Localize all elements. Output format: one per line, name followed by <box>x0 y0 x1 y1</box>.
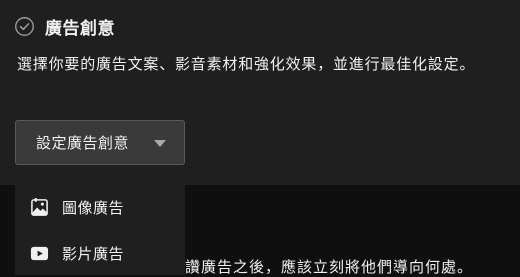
video-icon <box>30 246 49 260</box>
menu-item-label: 圖像廣告 <box>62 198 125 217</box>
check-circle-icon <box>15 17 34 36</box>
menu-item-label: 影片廣告 <box>62 244 125 263</box>
caret-down-icon <box>154 140 166 147</box>
dropdown-menu: 圖像廣告 影片廣告 <box>15 185 185 275</box>
menu-item-image-ad[interactable]: 圖像廣告 <box>15 185 185 229</box>
background-text: 讚廣告之後，應該立刻將他們導向何處。 <box>185 258 474 276</box>
image-icon <box>31 197 48 216</box>
section-description: 選擇你要的廣告文案、影音素材和強化效果，並進行最佳化設定。 <box>17 55 476 73</box>
section-header: 廣告創意 <box>14 14 115 39</box>
menu-item-video-ad[interactable]: 影片廣告 <box>15 231 185 275</box>
section-title: 廣告創意 <box>45 19 115 39</box>
set-ad-creative-dropdown[interactable]: 設定廣告創意 <box>15 120 185 165</box>
dropdown-label: 設定廣告創意 <box>36 134 130 152</box>
